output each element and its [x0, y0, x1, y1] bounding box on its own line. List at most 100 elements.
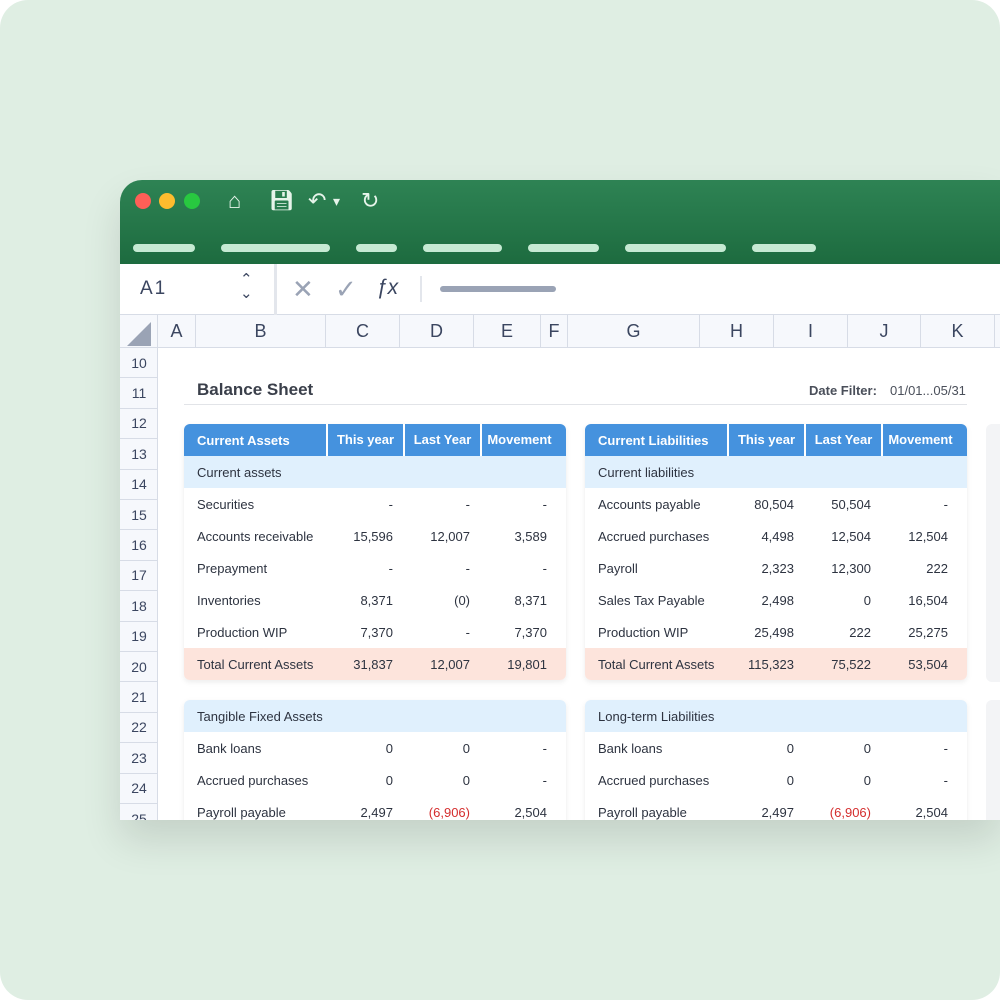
cell-label[interactable]: Bank loans [184, 741, 326, 756]
cell-value[interactable]: 0 [727, 741, 804, 756]
cell-value[interactable]: This year [727, 424, 804, 456]
column-header-I[interactable]: I [774, 315, 848, 348]
cell-value[interactable]: 0 [326, 773, 403, 788]
cell-value[interactable]: 75,522 [804, 657, 881, 672]
cell-value[interactable]: 19,801 [480, 657, 557, 672]
cell-label[interactable]: Sales Tax Payable [585, 593, 727, 608]
column-header-B[interactable]: B [196, 315, 326, 348]
menu-item-2[interactable] [221, 244, 330, 252]
cell-value[interactable]: 31,837 [326, 657, 403, 672]
cell-value[interactable]: - [403, 561, 480, 576]
formula-input[interactable] [440, 286, 556, 292]
date-filter-value[interactable]: 01/01...05/31 [890, 383, 966, 398]
cell-label[interactable]: Tangible Fixed Assets [184, 709, 326, 724]
cell-label[interactable]: Prepayment [184, 561, 326, 576]
column-header-C[interactable]: C [326, 315, 400, 348]
cell-value[interactable]: 0 [804, 741, 881, 756]
column-header-H[interactable]: H [700, 315, 774, 348]
menu-item-6[interactable] [625, 244, 726, 252]
cell-value[interactable]: 25,275 [881, 625, 958, 640]
name-box[interactable]: A1 [140, 278, 167, 300]
cancel-icon[interactable]: ✕ [292, 274, 314, 305]
cell-value[interactable]: 4,498 [727, 529, 804, 544]
maximize-button[interactable] [184, 193, 200, 209]
row-header-24[interactable]: 24 [120, 774, 158, 804]
cell-value[interactable]: 0 [804, 593, 881, 608]
cell-value[interactable]: 12,504 [881, 529, 958, 544]
row-header-12[interactable]: 12 [120, 409, 158, 440]
cell-value[interactable]: 8,371 [480, 593, 557, 608]
cell-value[interactable]: (0) [403, 593, 480, 608]
cell-value[interactable]: 2,497 [326, 805, 403, 820]
cell-value[interactable]: - [881, 773, 958, 788]
cell-value[interactable]: 15,596 [326, 529, 403, 544]
row-header-21[interactable]: 21 [120, 682, 158, 713]
cell-label[interactable]: Total Current Assets [585, 657, 727, 672]
row-header-17[interactable]: 17 [120, 561, 158, 592]
cell-value[interactable]: - [480, 773, 557, 788]
cell-label[interactable]: Accounts payable [585, 497, 727, 512]
cell-value[interactable]: 2,498 [727, 593, 804, 608]
column-header-D[interactable]: D [400, 315, 474, 348]
column-header-G[interactable]: G [568, 315, 700, 348]
refresh-icon[interactable]: ↻ [361, 188, 379, 214]
cell-value[interactable]: 115,323 [727, 657, 804, 672]
cell-value[interactable]: Last Year [804, 424, 881, 456]
cell-label[interactable]: Production WIP [184, 625, 326, 640]
cell-value[interactable]: 12,300 [804, 561, 881, 576]
menu-item-4[interactable] [423, 244, 502, 252]
cell-value[interactable]: 12,504 [804, 529, 881, 544]
cell-label[interactable]: Accrued purchases [585, 773, 727, 788]
column-header-K[interactable]: K [921, 315, 995, 348]
cell-value[interactable]: 222 [881, 561, 958, 576]
close-button[interactable] [135, 193, 151, 209]
menu-item-3[interactable] [356, 244, 397, 252]
cell-value[interactable]: (6,906) [804, 805, 881, 820]
cell-value[interactable]: - [480, 561, 557, 576]
cell-label[interactable]: Accrued purchases [184, 773, 326, 788]
cell-value[interactable]: 3,589 [480, 529, 557, 544]
save-icon[interactable]: 💾︎ [269, 188, 294, 214]
column-header-E[interactable]: E [474, 315, 541, 348]
row-header-20[interactable]: 20 [120, 652, 158, 683]
cell-label[interactable]: Long-term Liabilities [585, 709, 727, 724]
cell-value[interactable]: 12,007 [403, 529, 480, 544]
cell-value[interactable]: - [881, 497, 958, 512]
row-header-13[interactable]: 13 [120, 439, 158, 470]
cell-value[interactable]: - [326, 497, 403, 512]
menu-item-7[interactable] [752, 244, 816, 252]
cell-label[interactable]: Securities [184, 497, 326, 512]
cell-value[interactable]: - [403, 497, 480, 512]
column-header-J[interactable]: J [848, 315, 921, 348]
cell-value[interactable]: - [480, 497, 557, 512]
row-header-15[interactable]: 15 [120, 500, 158, 531]
column-header-A[interactable]: A [158, 315, 196, 348]
cell-label[interactable]: Payroll payable [585, 805, 727, 820]
cell-label[interactable]: Current liabilities [585, 465, 727, 480]
cell-value[interactable]: 50,504 [804, 497, 881, 512]
row-header-10[interactable]: 10 [120, 348, 158, 379]
cell-value[interactable]: This year [326, 424, 403, 456]
name-box-stepper-icon[interactable]: ⌃ ⌄ [240, 272, 253, 301]
cell-value[interactable]: 16,504 [881, 593, 958, 608]
undo-icon[interactable]: ↶ [308, 188, 326, 214]
home-icon[interactable]: ⌂ [228, 188, 241, 214]
cell-value[interactable]: Movement [480, 424, 557, 456]
minimize-button[interactable] [159, 193, 175, 209]
cell-value[interactable]: 53,504 [881, 657, 958, 672]
row-header-14[interactable]: 14 [120, 470, 158, 500]
cell-value[interactable]: Movement [881, 424, 958, 456]
cell-value[interactable]: 2,504 [881, 805, 958, 820]
cell-value[interactable]: 2,504 [480, 805, 557, 820]
confirm-icon[interactable]: ✓ [335, 274, 357, 305]
cell-label[interactable]: Current assets [184, 465, 326, 480]
column-header-F[interactable]: F [541, 315, 568, 348]
select-all-button[interactable] [120, 315, 158, 348]
cell-value[interactable]: 2,497 [727, 805, 804, 820]
cell-value[interactable]: 222 [804, 625, 881, 640]
cell-value[interactable]: 80,504 [727, 497, 804, 512]
cell-label[interactable]: Payroll [585, 561, 727, 576]
cell-label[interactable]: Production WIP [585, 625, 727, 640]
cell-label[interactable]: Total Current Assets [184, 657, 326, 672]
row-header-25[interactable]: 25 [120, 804, 158, 820]
